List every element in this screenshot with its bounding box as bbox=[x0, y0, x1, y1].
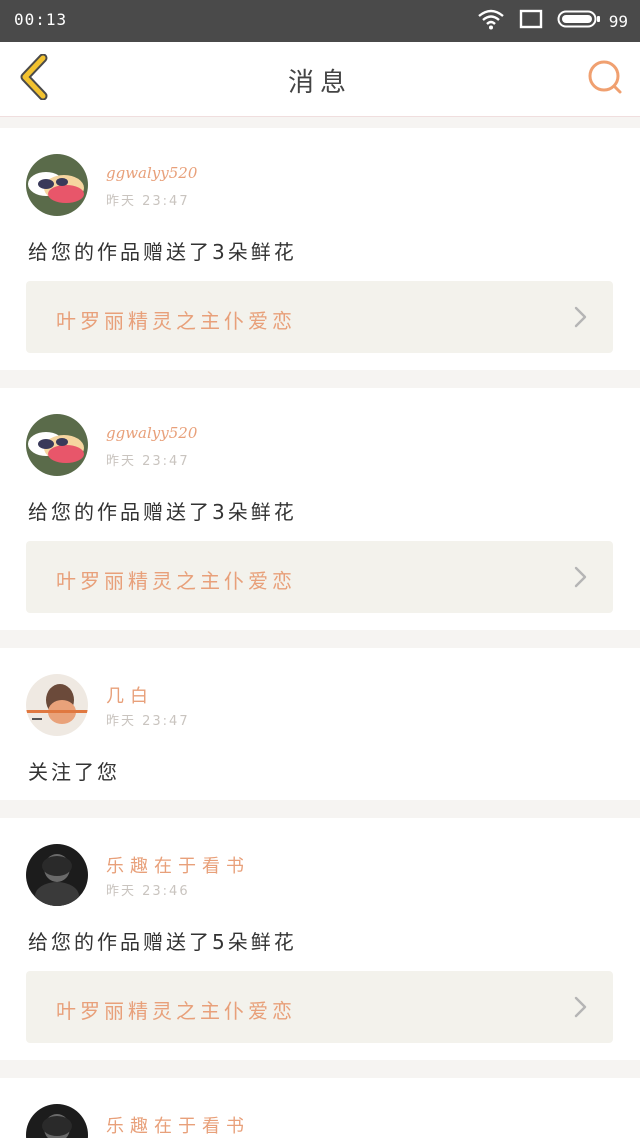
timestamp: 昨天 23:47 bbox=[106, 454, 190, 469]
message-text: 给您的作品赠送了3朵鲜花 bbox=[28, 500, 297, 524]
search-button[interactable] bbox=[584, 58, 626, 100]
status-time: 00:13 bbox=[14, 10, 68, 29]
work-title: 叶罗丽精灵之主仆爱恋 bbox=[56, 999, 296, 1023]
chevron-right-icon bbox=[573, 565, 589, 589]
message-card[interactable]: ggwalyy520 昨天 23:47 给您的作品赠送了3朵鲜花 叶罗丽精灵之主… bbox=[0, 128, 640, 370]
work-link[interactable]: 叶罗丽精灵之主仆爱恋 bbox=[26, 971, 613, 1043]
page-title: 消息 bbox=[287, 68, 352, 98]
chevron-right-icon bbox=[573, 995, 589, 1019]
search-icon bbox=[586, 58, 624, 100]
battery-level: 99 bbox=[608, 11, 628, 31]
username[interactable]: ggwalyy520 bbox=[106, 424, 197, 442]
message-list: ggwalyy520 昨天 23:47 给您的作品赠送了3朵鲜花 叶罗丽精灵之主… bbox=[0, 128, 640, 1138]
avatar[interactable] bbox=[26, 1104, 88, 1138]
message-card[interactable]: 几白 昨天 23:47 关注了您 bbox=[0, 648, 640, 800]
avatar[interactable] bbox=[26, 844, 88, 906]
username[interactable]: 乐趣在于看书 bbox=[106, 1112, 250, 1138]
message-text: 给您的作品赠送了5朵鲜花 bbox=[28, 930, 297, 954]
wifi-icon bbox=[477, 8, 505, 34]
message-text: 给您的作品赠送了3朵鲜花 bbox=[28, 240, 297, 264]
message-card[interactable]: 乐趣在于看书 昨天 23:46 给您的作品赠送了5朵鲜花 叶罗丽精灵之主仆爱恋 bbox=[0, 818, 640, 1060]
status-icons: 99 bbox=[477, 8, 628, 34]
timestamp: 昨天 23:47 bbox=[106, 194, 190, 209]
avatar[interactable] bbox=[26, 154, 88, 216]
status-bar: 00:13 99 bbox=[0, 0, 640, 42]
work-link[interactable]: 叶罗丽精灵之主仆爱恋 bbox=[26, 541, 613, 613]
battery-icon bbox=[557, 9, 601, 33]
app-header: 消息 bbox=[0, 42, 640, 117]
username[interactable]: ggwalyy520 bbox=[106, 164, 197, 182]
avatar[interactable] bbox=[26, 414, 88, 476]
username[interactable]: 乐趣在于看书 bbox=[106, 852, 250, 878]
avatar[interactable] bbox=[26, 674, 88, 736]
message-card[interactable]: ggwalyy520 昨天 23:47 给您的作品赠送了3朵鲜花 叶罗丽精灵之主… bbox=[0, 388, 640, 630]
work-title: 叶罗丽精灵之主仆爱恋 bbox=[56, 569, 296, 593]
username[interactable]: 几白 bbox=[106, 682, 154, 708]
chevron-right-icon bbox=[573, 305, 589, 329]
message-card[interactable]: 乐趣在于看书 bbox=[0, 1078, 640, 1138]
message-text: 关注了您 bbox=[28, 760, 120, 784]
timestamp: 昨天 23:47 bbox=[106, 714, 190, 729]
timestamp: 昨天 23:46 bbox=[106, 884, 190, 899]
messages-screen: 00:13 99 消息 ggwalyy520 昨天 23:47 给您的作品赠送了… bbox=[0, 0, 640, 1138]
screen-icon bbox=[519, 8, 543, 34]
work-link[interactable]: 叶罗丽精灵之主仆爱恋 bbox=[26, 281, 613, 353]
work-title: 叶罗丽精灵之主仆爱恋 bbox=[56, 309, 296, 333]
